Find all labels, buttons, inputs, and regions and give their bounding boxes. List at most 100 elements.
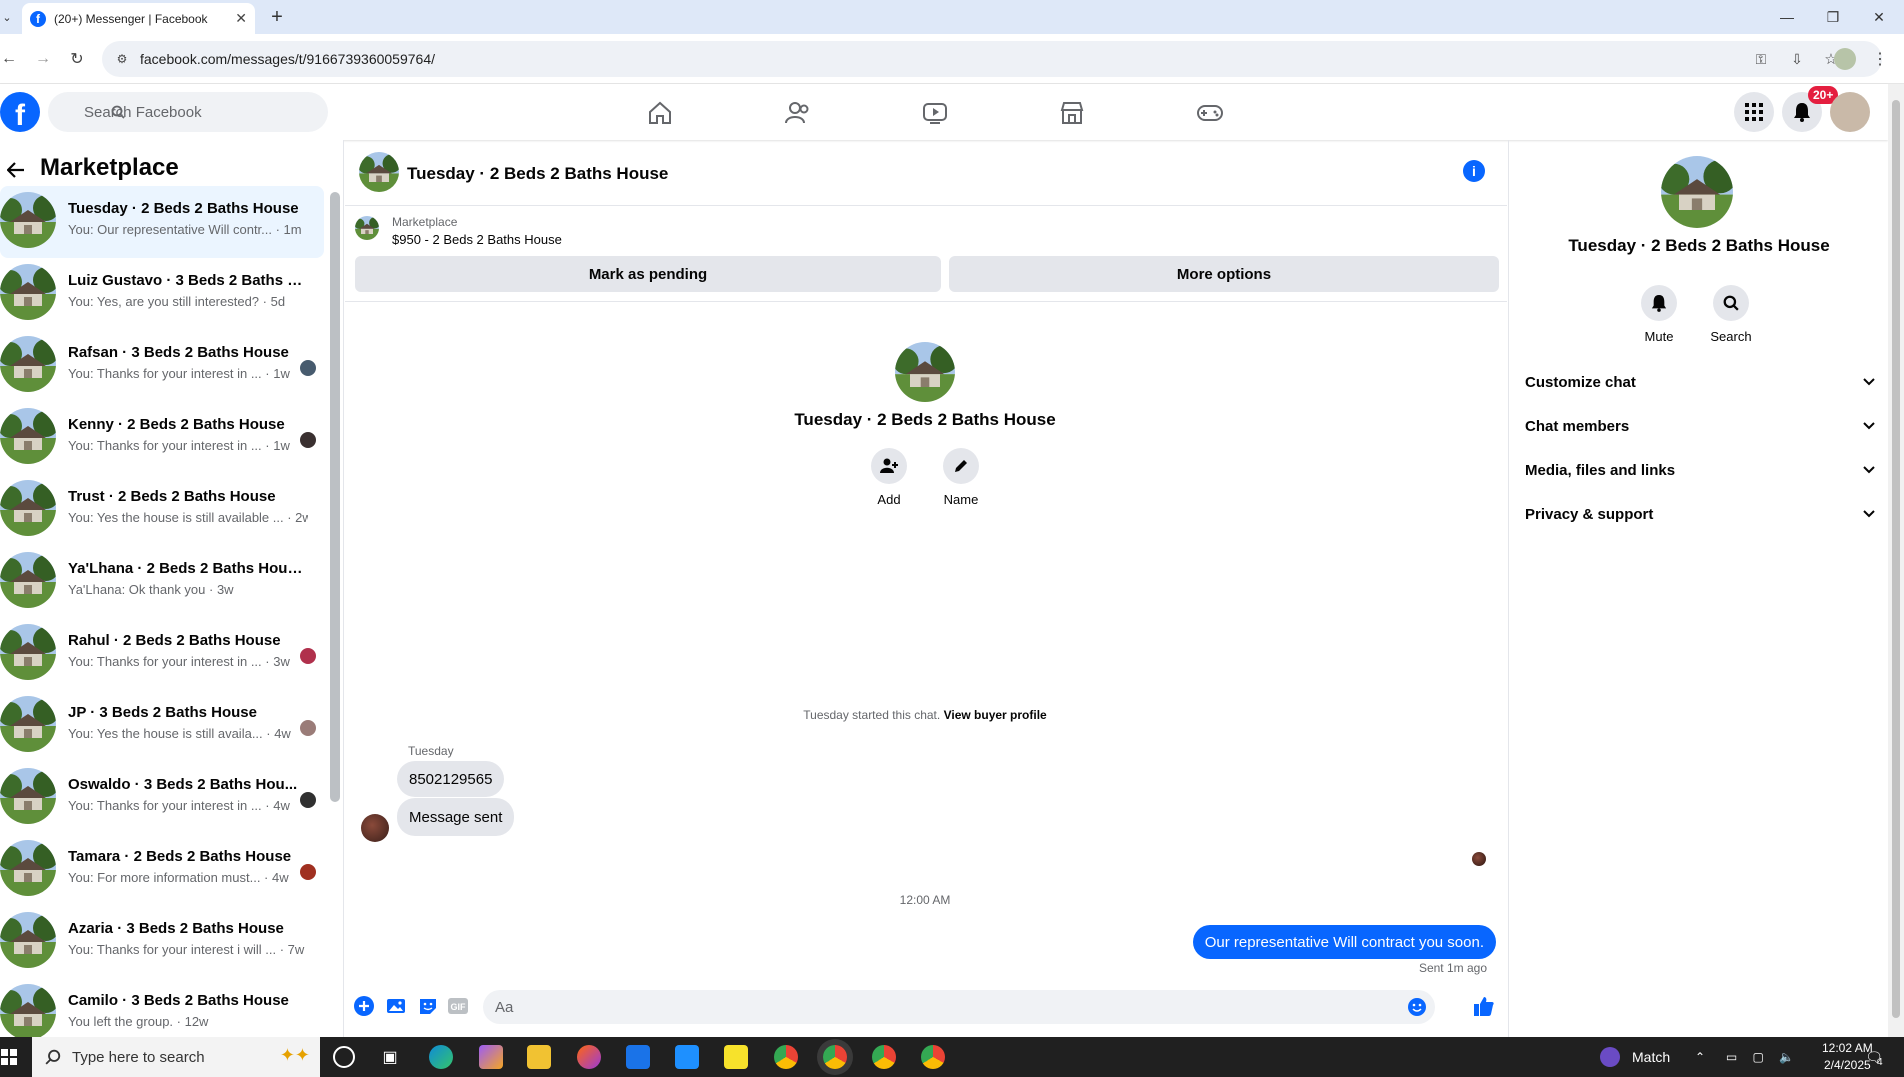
facebook-logo-icon[interactable]: f bbox=[0, 92, 40, 132]
weather-label[interactable]: Match bbox=[1632, 1049, 1670, 1065]
browser-menu-icon[interactable]: ⋮ bbox=[1870, 48, 1890, 70]
conversation-item[interactable]: Trust · 2 Beds 2 Baths House You: Yes the… bbox=[0, 474, 324, 546]
page-scrollbar-thumb[interactable] bbox=[1892, 100, 1900, 1018]
conversation-avatar bbox=[0, 264, 56, 320]
conversation-item[interactable]: Camilo · 3 Beds 2 Baths House You left th… bbox=[0, 978, 324, 1037]
conversation-item[interactable]: JP · 3 Beds 2 Baths House You: Yes the ho… bbox=[0, 690, 324, 762]
conversation-avatar bbox=[0, 624, 56, 680]
message-input[interactable]: Aa bbox=[483, 990, 1435, 1024]
conversation-name: Ya'Lhana · 2 Beds 2 Baths House bbox=[68, 560, 304, 577]
restore-icon[interactable]: ❐ bbox=[1810, 0, 1856, 34]
more-options-button[interactable]: More options bbox=[949, 256, 1499, 292]
menu-grid-icon[interactable] bbox=[1734, 92, 1774, 132]
conversation-item[interactable]: Kenny · 2 Beds 2 Baths House You: Thanks … bbox=[0, 402, 324, 474]
chat-title[interactable]: Tuesday · 2 Beds 2 Baths House bbox=[407, 164, 668, 184]
conversation-preview: You: Yes the house is still availa... · … bbox=[68, 726, 291, 741]
conversation-item[interactable]: Ya'Lhana · 2 Beds 2 Baths House Ya'Lhana:… bbox=[0, 546, 324, 618]
mark-pending-button[interactable]: Mark as pending bbox=[355, 256, 941, 292]
sticker-icon[interactable] bbox=[417, 995, 439, 1017]
address-bar[interactable]: ⚙ facebook.com/messages/t/91667393600597… bbox=[102, 41, 1882, 77]
tray-icons[interactable]: ▭ ▢ 🔈 bbox=[1714, 1047, 1812, 1067]
chrome-profile-icon[interactable] bbox=[872, 1045, 896, 1069]
edge-icon[interactable] bbox=[429, 1045, 453, 1069]
windows-start-icon[interactable] bbox=[0, 1047, 18, 1067]
browser-tab[interactable]: f (20+) Messenger | Facebook ✕ bbox=[22, 3, 255, 34]
sticky-notes-icon[interactable] bbox=[724, 1045, 748, 1069]
copilot-icon[interactable] bbox=[479, 1045, 503, 1069]
read-receipt-avatar bbox=[300, 360, 316, 376]
emoji-icon[interactable] bbox=[1407, 997, 1427, 1017]
new-tab-icon[interactable]: + bbox=[266, 6, 288, 28]
video-icon[interactable] bbox=[918, 96, 952, 130]
home-icon[interactable] bbox=[643, 96, 677, 130]
mute-button[interactable]: Mute bbox=[1629, 285, 1689, 344]
weather-icon[interactable] bbox=[1600, 1047, 1620, 1067]
read-receipt-avatar bbox=[300, 720, 316, 736]
forward-icon[interactable]: → bbox=[32, 48, 54, 70]
close-tab-icon[interactable]: ✕ bbox=[235, 10, 247, 27]
section-privacy-support[interactable]: Privacy & support bbox=[1525, 498, 1875, 530]
plus-actions-icon[interactable] bbox=[353, 995, 375, 1017]
conversation-preview: You: Thanks for your interest in ... · 4… bbox=[68, 798, 290, 813]
conversation-item[interactable]: Rafsan · 3 Beds 2 Baths House You: Thanks… bbox=[0, 330, 324, 402]
back-arrow-icon[interactable] bbox=[4, 158, 28, 182]
tray-chevron-icon[interactable]: ⌃ bbox=[1692, 1047, 1708, 1067]
minimize-icon[interactable]: — bbox=[1764, 0, 1810, 34]
section-chat-members[interactable]: Chat members bbox=[1525, 410, 1875, 442]
task-view-icon[interactable]: ▣ bbox=[380, 1047, 400, 1067]
search-icon bbox=[1713, 285, 1749, 321]
tab-search-icon[interactable]: ⌄ bbox=[0, 8, 14, 26]
reload-icon[interactable]: ↻ bbox=[66, 48, 88, 70]
name-chat-button[interactable]: Name bbox=[931, 448, 991, 507]
marketplace-icon[interactable] bbox=[1055, 96, 1089, 130]
thumbs-up-icon[interactable] bbox=[1472, 994, 1496, 1018]
chat-avatar[interactable] bbox=[359, 152, 399, 192]
conversation-item[interactable]: Tamara · 2 Beds 2 Baths House You: For mo… bbox=[0, 834, 324, 906]
password-key-icon[interactable]: ⚿ bbox=[1752, 50, 1770, 68]
search-label: Search bbox=[1710, 329, 1752, 344]
store-icon[interactable] bbox=[675, 1045, 699, 1069]
facebook-search-input[interactable]: Search Facebook bbox=[48, 92, 328, 132]
conversation-avatar bbox=[0, 840, 56, 896]
incoming-message-bubble[interactable]: 8502129565 bbox=[397, 761, 505, 797]
section-customize-chat[interactable]: Customize chat bbox=[1525, 366, 1875, 398]
search-chat-button[interactable]: Search bbox=[1701, 285, 1761, 344]
chrome-profile-2-icon[interactable] bbox=[921, 1045, 945, 1069]
profile-avatar[interactable] bbox=[1834, 48, 1856, 70]
outgoing-message-bubble[interactable]: Our representative Will contract you soo… bbox=[1192, 925, 1496, 959]
info-icon[interactable]: i bbox=[1463, 160, 1485, 182]
notification-count: 4 bbox=[1877, 1057, 1883, 1068]
conversation-item[interactable]: Azaria · 3 Beds 2 Baths House You: Thanks… bbox=[0, 906, 324, 978]
chrome-active-icon[interactable] bbox=[823, 1045, 847, 1069]
conversation-item[interactable]: Oswaldo · 3 Beds 2 Baths Hou... You: Than… bbox=[0, 762, 324, 834]
install-app-icon[interactable]: ⇩ bbox=[1788, 50, 1806, 68]
friends-icon[interactable] bbox=[781, 96, 815, 130]
firefox-icon[interactable] bbox=[577, 1045, 601, 1069]
cortana-icon[interactable] bbox=[333, 1046, 355, 1068]
photo-icon[interactable] bbox=[385, 995, 407, 1017]
chrome-icon[interactable] bbox=[774, 1045, 798, 1069]
file-explorer-icon[interactable] bbox=[527, 1045, 551, 1069]
conversation-item[interactable]: Luiz Gustavo · 3 Beds 2 Baths H... You: Y… bbox=[0, 258, 324, 330]
section-media-files-links[interactable]: Media, files and links bbox=[1525, 454, 1875, 486]
site-info-icon[interactable]: ⚙ bbox=[114, 51, 130, 67]
view-buyer-profile-link[interactable]: View buyer profile bbox=[944, 708, 1047, 722]
section-label: Customize chat bbox=[1525, 373, 1636, 391]
listing-thumbnail[interactable] bbox=[355, 216, 379, 240]
listing-price[interactable]: $950 - 2 Beds 2 Baths House bbox=[392, 232, 562, 247]
gif-icon[interactable]: GIF bbox=[447, 995, 469, 1017]
conversation-name: Rahul · 2 Beds 2 Baths House bbox=[68, 632, 281, 649]
sender-avatar[interactable] bbox=[361, 814, 389, 842]
conversation-item[interactable]: Rahul · 2 Beds 2 Baths House You: Thanks … bbox=[0, 618, 324, 690]
conversation-item[interactable]: Tuesday · 2 Beds 2 Baths House You: Our r… bbox=[0, 186, 324, 258]
mail-icon[interactable] bbox=[626, 1045, 650, 1069]
incoming-message-bubble[interactable]: Message sent bbox=[397, 798, 515, 836]
taskbar-search-input[interactable]: Type here to search ✦✦ bbox=[32, 1037, 320, 1077]
sidebar-scrollbar[interactable] bbox=[330, 192, 340, 802]
account-avatar[interactable] bbox=[1830, 92, 1870, 132]
back-icon[interactable]: ← bbox=[0, 48, 18, 70]
close-window-icon[interactable]: ✕ bbox=[1856, 0, 1902, 34]
chat-started-notice: Tuesday started this chat. View buyer pr… bbox=[745, 708, 1105, 722]
add-people-button[interactable]: Add bbox=[859, 448, 919, 507]
gaming-icon[interactable] bbox=[1193, 96, 1227, 130]
